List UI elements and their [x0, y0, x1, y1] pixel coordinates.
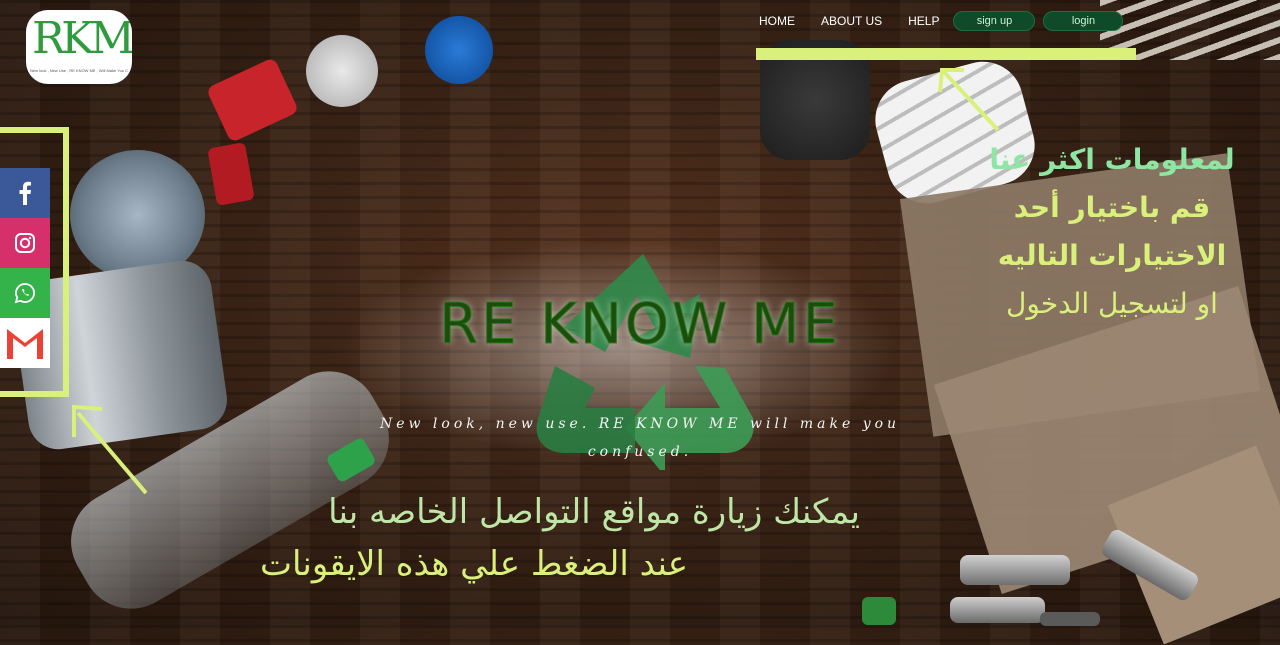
logo-mark: RKM	[32, 13, 132, 64]
top-nav: HOME ABOUT US HELP sign up login	[750, 10, 1124, 32]
social-annotation-line1: يمكنك زيارة مواقع التواصل الخاصه بنا	[328, 492, 860, 532]
facebook-icon	[19, 181, 31, 205]
nav-annotation-line3: الاختيارات التاليه	[997, 239, 1227, 272]
hero-tagline-line1: New look, new use. RE KNOW ME will make …	[379, 416, 901, 432]
whatsapp-icon	[14, 283, 35, 304]
background-cardboard	[933, 285, 1280, 595]
background-pipe	[1040, 612, 1100, 626]
background-object	[862, 597, 896, 625]
nav-annotation-line2: قم باختيار أحد	[1013, 191, 1211, 224]
background-cap	[425, 16, 493, 84]
gmail-button[interactable]	[0, 318, 50, 368]
facebook-button[interactable]	[0, 168, 50, 218]
social-annotation: يمكنك زيارة مواقع التواصل الخاصه بنا عند…	[140, 486, 860, 590]
nav-annotation: لمعلومات اكثر عنا قم باختيار أحد الاختيا…	[962, 136, 1262, 328]
instagram-button[interactable]	[0, 218, 50, 268]
hero-title: RE KNOW ME	[439, 292, 841, 358]
background-cap	[207, 142, 255, 206]
hero-tagline: New look, new use. RE KNOW ME will make …	[355, 410, 925, 466]
background-pipe	[960, 555, 1070, 585]
background-pipe	[950, 597, 1045, 623]
nav-highlight-bar	[756, 48, 1136, 60]
background-cap	[306, 35, 378, 107]
instagram-icon	[15, 233, 35, 253]
signup-button[interactable]: sign up	[953, 11, 1036, 31]
gmail-icon	[7, 329, 43, 359]
social-annotation-line2: عند الضغط علي هذه الايقونات	[260, 544, 688, 584]
social-bar	[0, 168, 50, 368]
hero-tagline-line2: confused.	[587, 444, 693, 460]
logo-tagline: New look , New Use , RE KNOW ME , Will M…	[30, 68, 128, 73]
site-logo[interactable]: RKM New look , New Use , RE KNOW ME , Wi…	[26, 10, 132, 84]
background-pipe	[1099, 527, 1201, 603]
background-cap	[205, 56, 300, 144]
background-can	[70, 150, 205, 280]
nav-about[interactable]: ABOUT US	[821, 14, 882, 28]
nav-home[interactable]: HOME	[759, 14, 795, 28]
login-button[interactable]: login	[1043, 11, 1124, 31]
nav-annotation-line4: او لتسجيل الدخول	[1006, 287, 1218, 320]
background-cardboard	[1107, 445, 1280, 645]
nav-annotation-line1: لمعلومات اكثر عنا	[989, 143, 1235, 176]
whatsapp-button[interactable]	[0, 268, 50, 318]
arrow-up-left-icon	[938, 68, 1000, 132]
nav-help[interactable]: HELP	[908, 14, 939, 28]
